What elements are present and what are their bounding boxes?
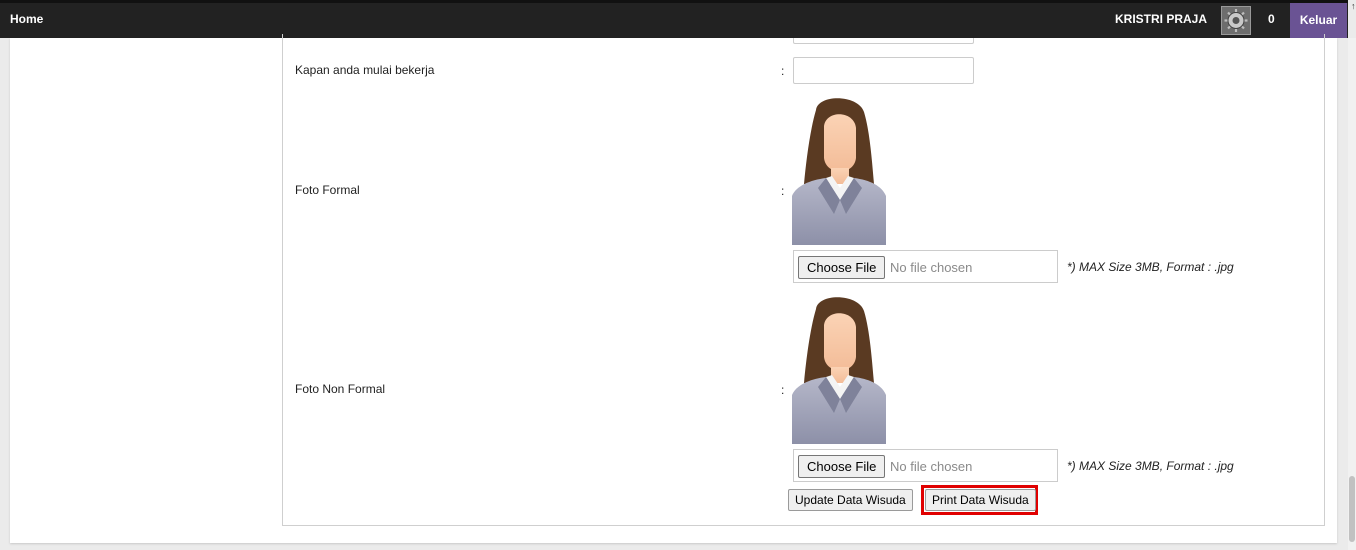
photo-formal-file-status: No file chosen	[890, 260, 973, 275]
logout-button[interactable]: Keluar	[1290, 3, 1347, 38]
avatar[interactable]	[1221, 6, 1251, 35]
photo-nonformal-hint: *) MAX Size 3MB, Format : .jpg	[1067, 459, 1234, 473]
photo-formal-choose-file-button[interactable]: Choose File	[798, 256, 886, 279]
photo-formal-label: Foto Formal	[295, 183, 360, 197]
nav-user-name: KRISTRI PRAJA	[1114, 12, 1207, 26]
top-navbar: Home KRISTRI PRAJA 0 Keluar	[0, 0, 1348, 38]
photo-formal-colon: :	[781, 184, 785, 198]
photo-nonformal-choose-file-button[interactable]: Choose File	[798, 455, 886, 478]
photo-nonformal-file-input[interactable]: Choose File No file chosen	[793, 449, 1058, 482]
start-work-input[interactable]	[793, 57, 974, 84]
update-data-wisuda-button[interactable]: Update Data Wisuda	[788, 489, 913, 511]
photo-formal-hint: *) MAX Size 3MB, Format : .jpg	[1067, 260, 1234, 274]
photo-nonformal-label: Foto Non Formal	[295, 382, 386, 396]
scrollbar-thumb[interactable]	[1349, 476, 1355, 542]
photo-nonformal-colon: :	[781, 383, 785, 397]
print-data-wisuda-button[interactable]: Print Data Wisuda	[925, 489, 1036, 511]
photo-nonformal-placeholder-image	[792, 297, 886, 444]
nav-home-link[interactable]: Home	[10, 12, 43, 26]
photo-nonformal-file-status: No file chosen	[890, 459, 973, 474]
corner-mark: ↑	[1351, 1, 1356, 11]
start-work-colon: :	[781, 64, 785, 78]
gear-icon	[1222, 7, 1250, 34]
photo-formal-placeholder-image	[792, 98, 886, 245]
scrollbar-track[interactable]	[1348, 38, 1356, 550]
previous-input[interactable]	[793, 38, 974, 44]
notification-count[interactable]: 0	[1268, 12, 1275, 26]
photo-formal-file-input[interactable]: Choose File No file chosen	[793, 250, 1058, 283]
start-work-label: Kapan anda mulai bekerja	[295, 63, 435, 77]
